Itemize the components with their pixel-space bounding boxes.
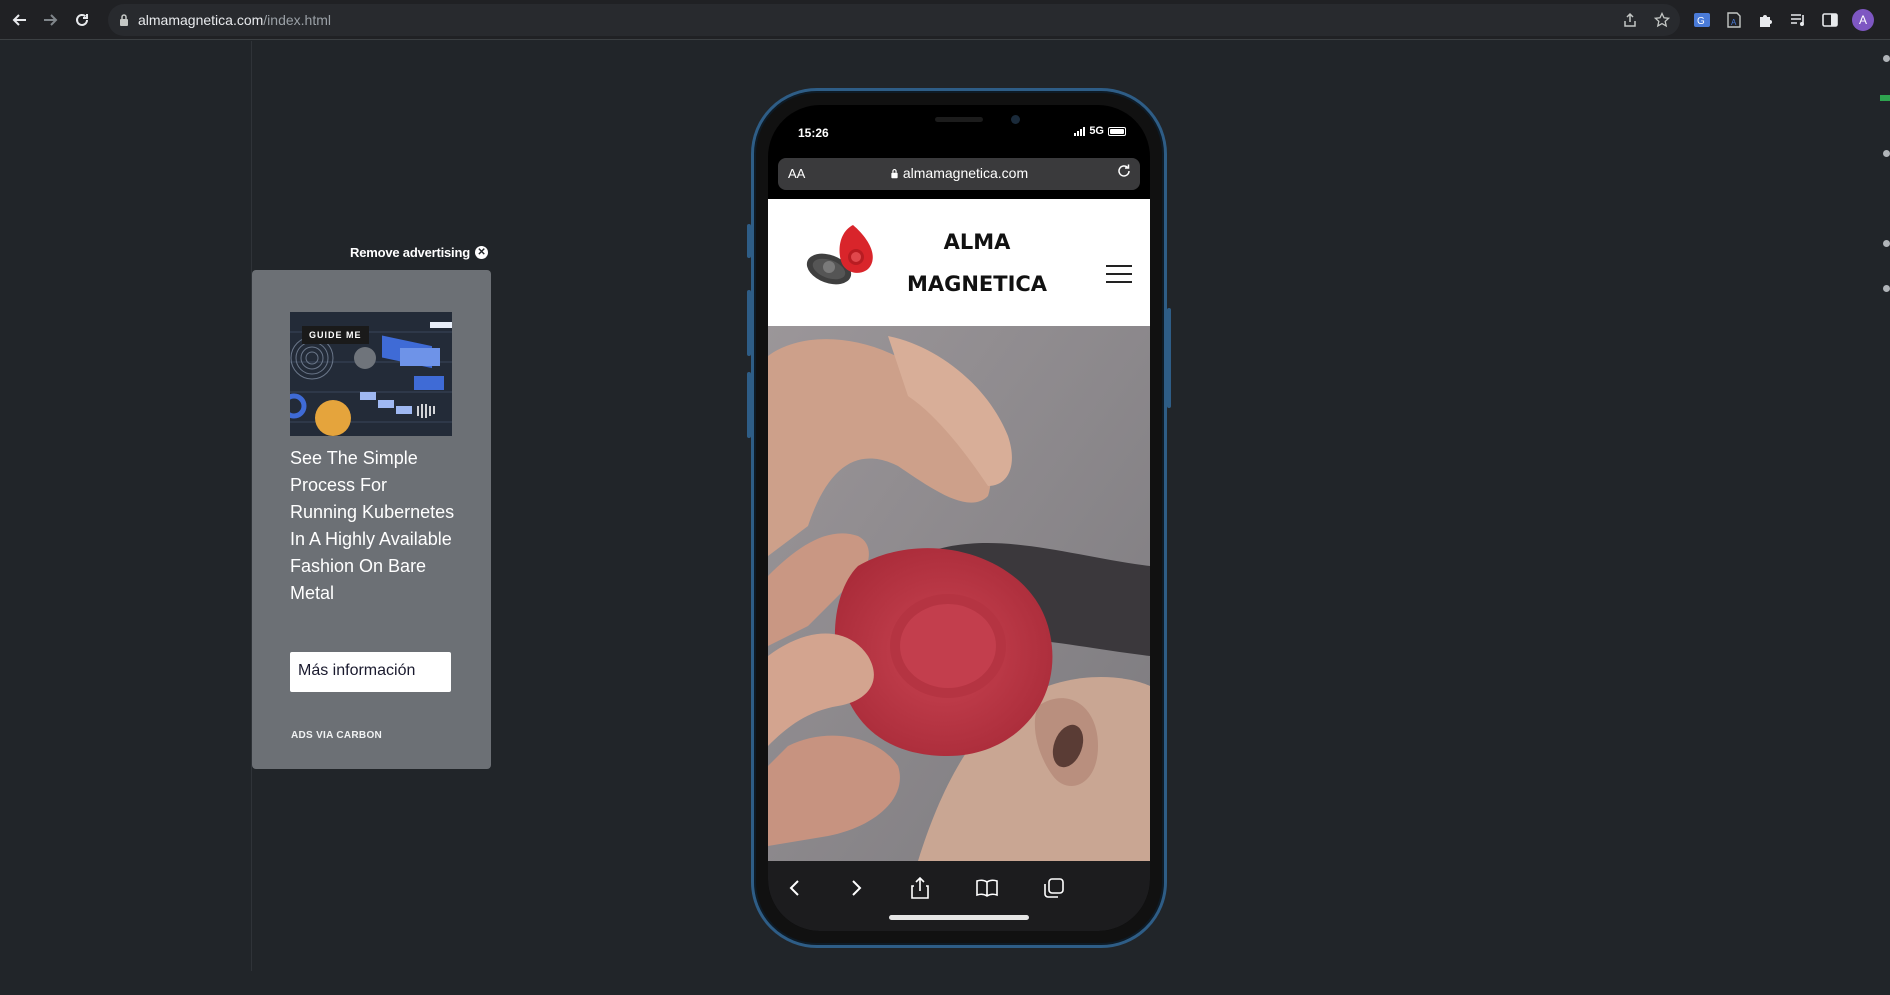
translate-icon[interactable]: G bbox=[1690, 8, 1714, 32]
avatar-letter: A bbox=[1858, 13, 1867, 27]
edge-icon bbox=[1883, 285, 1890, 292]
safari-bottom-toolbar bbox=[768, 861, 1150, 931]
signal-icon bbox=[1074, 126, 1086, 136]
phone-frame: 15:26 5G AA almamagnetica.com ALMA MAGNE… bbox=[751, 88, 1167, 948]
remove-advertising-label: Remove advertising bbox=[350, 245, 470, 260]
star-icon[interactable] bbox=[1652, 10, 1672, 30]
menu-hamburger-icon[interactable] bbox=[1106, 265, 1132, 283]
arrow-left-icon bbox=[12, 14, 26, 26]
browser-toolbar: almamagnetica.com/index.html G A A bbox=[0, 0, 1890, 40]
hero-photo-illustration bbox=[768, 326, 1150, 861]
brand-line-2: MAGNETICA bbox=[906, 272, 1048, 296]
forward-button[interactable] bbox=[38, 8, 62, 32]
reload-icon bbox=[76, 13, 88, 26]
safari-bookmarks-icon[interactable] bbox=[972, 873, 1002, 903]
ad-headline[interactable]: See The Simple Process For Running Kuber… bbox=[290, 445, 455, 607]
status-indicators: 5G bbox=[1074, 125, 1126, 137]
svg-text:G: G bbox=[1697, 16, 1705, 27]
safari-address-bar[interactable]: AA almamagnetica.com bbox=[778, 158, 1140, 190]
ad-badge: GUIDE ME bbox=[302, 326, 369, 344]
phone-screen: 15:26 5G AA almamagnetica.com ALMA MAGNE… bbox=[768, 105, 1150, 931]
phone-notch bbox=[871, 105, 1047, 139]
hero-image bbox=[768, 326, 1150, 861]
lock-icon bbox=[120, 14, 128, 26]
puzzle-icon[interactable] bbox=[1754, 8, 1778, 32]
remove-advertising-link[interactable]: Remove advertising ✕ bbox=[350, 245, 488, 260]
site-brand-name[interactable]: ALMA MAGNETICA bbox=[896, 221, 1058, 305]
new-badge-icon bbox=[1880, 95, 1890, 101]
edge-icon bbox=[1883, 240, 1890, 247]
reload-icon[interactable] bbox=[1116, 163, 1132, 184]
ad-image[interactable]: GUIDE ME bbox=[290, 312, 452, 436]
lock-icon bbox=[891, 169, 898, 179]
phone-power-button bbox=[1167, 308, 1171, 408]
front-camera bbox=[1011, 115, 1020, 124]
safari-back-icon[interactable] bbox=[780, 873, 810, 903]
url-host: almamagnetica.com bbox=[138, 12, 264, 28]
brand-line-1: ALMA bbox=[943, 230, 1011, 254]
close-circle-icon: ✕ bbox=[474, 246, 488, 259]
reader-icon[interactable]: A bbox=[1722, 8, 1746, 32]
safari-tabs-icon[interactable] bbox=[1039, 873, 1069, 903]
safari-share-icon[interactable] bbox=[905, 873, 935, 903]
reload-button[interactable] bbox=[70, 8, 94, 32]
speaker-grille bbox=[935, 117, 983, 122]
back-button[interactable] bbox=[8, 8, 32, 32]
arrow-right-icon bbox=[44, 14, 58, 26]
ads-via-carbon-link[interactable]: ADS VIA CARBON bbox=[291, 730, 382, 741]
svg-text:A: A bbox=[1731, 18, 1737, 27]
profile-avatar[interactable]: A bbox=[1852, 9, 1874, 31]
safari-forward-icon[interactable] bbox=[841, 873, 871, 903]
battery-icon bbox=[1108, 126, 1126, 136]
url-path: /index.html bbox=[263, 12, 331, 28]
safari-url-display[interactable]: almamagnetica.com bbox=[778, 165, 1140, 181]
media-icon[interactable] bbox=[1786, 8, 1810, 32]
edge-icon bbox=[1883, 55, 1890, 62]
ad-more-info-button[interactable]: Más información bbox=[290, 652, 451, 692]
alma-magnetica-logo[interactable] bbox=[803, 221, 883, 297]
address-bar[interactable]: almamagnetica.com/index.html bbox=[108, 4, 1680, 36]
address-url: almamagnetica.com/index.html bbox=[138, 12, 331, 28]
share-icon[interactable] bbox=[1620, 10, 1640, 30]
site-header: ALMA MAGNETICA bbox=[768, 199, 1150, 326]
edge-icon bbox=[1883, 150, 1890, 157]
carbon-ad-card[interactable]: GUIDE ME See The Simple Process For Runn… bbox=[252, 270, 491, 769]
status-time: 15:26 bbox=[798, 126, 829, 140]
side-panel-icon[interactable] bbox=[1818, 8, 1842, 32]
network-type: 5G bbox=[1089, 125, 1104, 137]
safari-url-text: almamagnetica.com bbox=[902, 165, 1029, 181]
home-indicator bbox=[889, 915, 1029, 920]
